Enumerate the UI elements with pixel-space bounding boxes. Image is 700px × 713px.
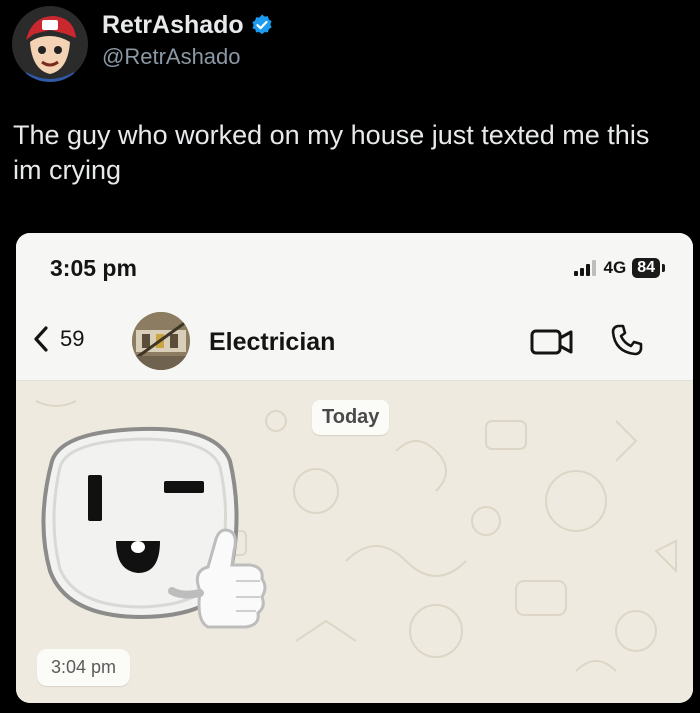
attached-screenshot[interactable]: 3:05 pm 4G 84 59 Electrician Today 3:04 … (16, 233, 693, 703)
message-timestamp: 3:04 pm (37, 649, 131, 686)
user-names: RetrAshado @RetrAshado (102, 11, 274, 70)
chat-area[interactable]: Today 3:04 pm (16, 381, 693, 703)
display-name-row: RetrAshado (102, 11, 274, 40)
chat-top-bar: 3:05 pm 4G 84 59 Electrician (16, 233, 693, 381)
signal-bars-icon (573, 260, 596, 276)
contact-avatar[interactable] (132, 312, 190, 370)
phone-call-icon[interactable] (610, 323, 644, 357)
verified-badge-icon (252, 14, 272, 35)
date-separator: Today (312, 400, 390, 435)
battery-tip-icon (662, 264, 665, 272)
unread-count: 59 (60, 326, 85, 351)
tweet-text: The guy who worked on my house just text… (13, 120, 650, 185)
battery-level: 84 (632, 258, 660, 278)
tweet-header: RetrAshado @RetrAshado (12, 6, 274, 82)
contact-name[interactable]: Electrician (209, 328, 335, 357)
chevron-left-icon (34, 326, 48, 352)
user-handle[interactable]: @RetrAshado (102, 44, 274, 70)
back-button[interactable]: 59 (32, 325, 84, 353)
network-type: 4G (603, 258, 627, 277)
user-avatar[interactable] (12, 6, 88, 82)
display-name[interactable]: RetrAshado (102, 11, 244, 40)
status-bar-time: 3:05 pm (50, 255, 137, 281)
outlet-thumbs-up-sticker[interactable] (32, 421, 272, 651)
status-bar-right: 4G 84 (573, 258, 665, 278)
video-call-icon[interactable] (530, 325, 574, 357)
chat-header: 59 Electrician (16, 311, 693, 371)
